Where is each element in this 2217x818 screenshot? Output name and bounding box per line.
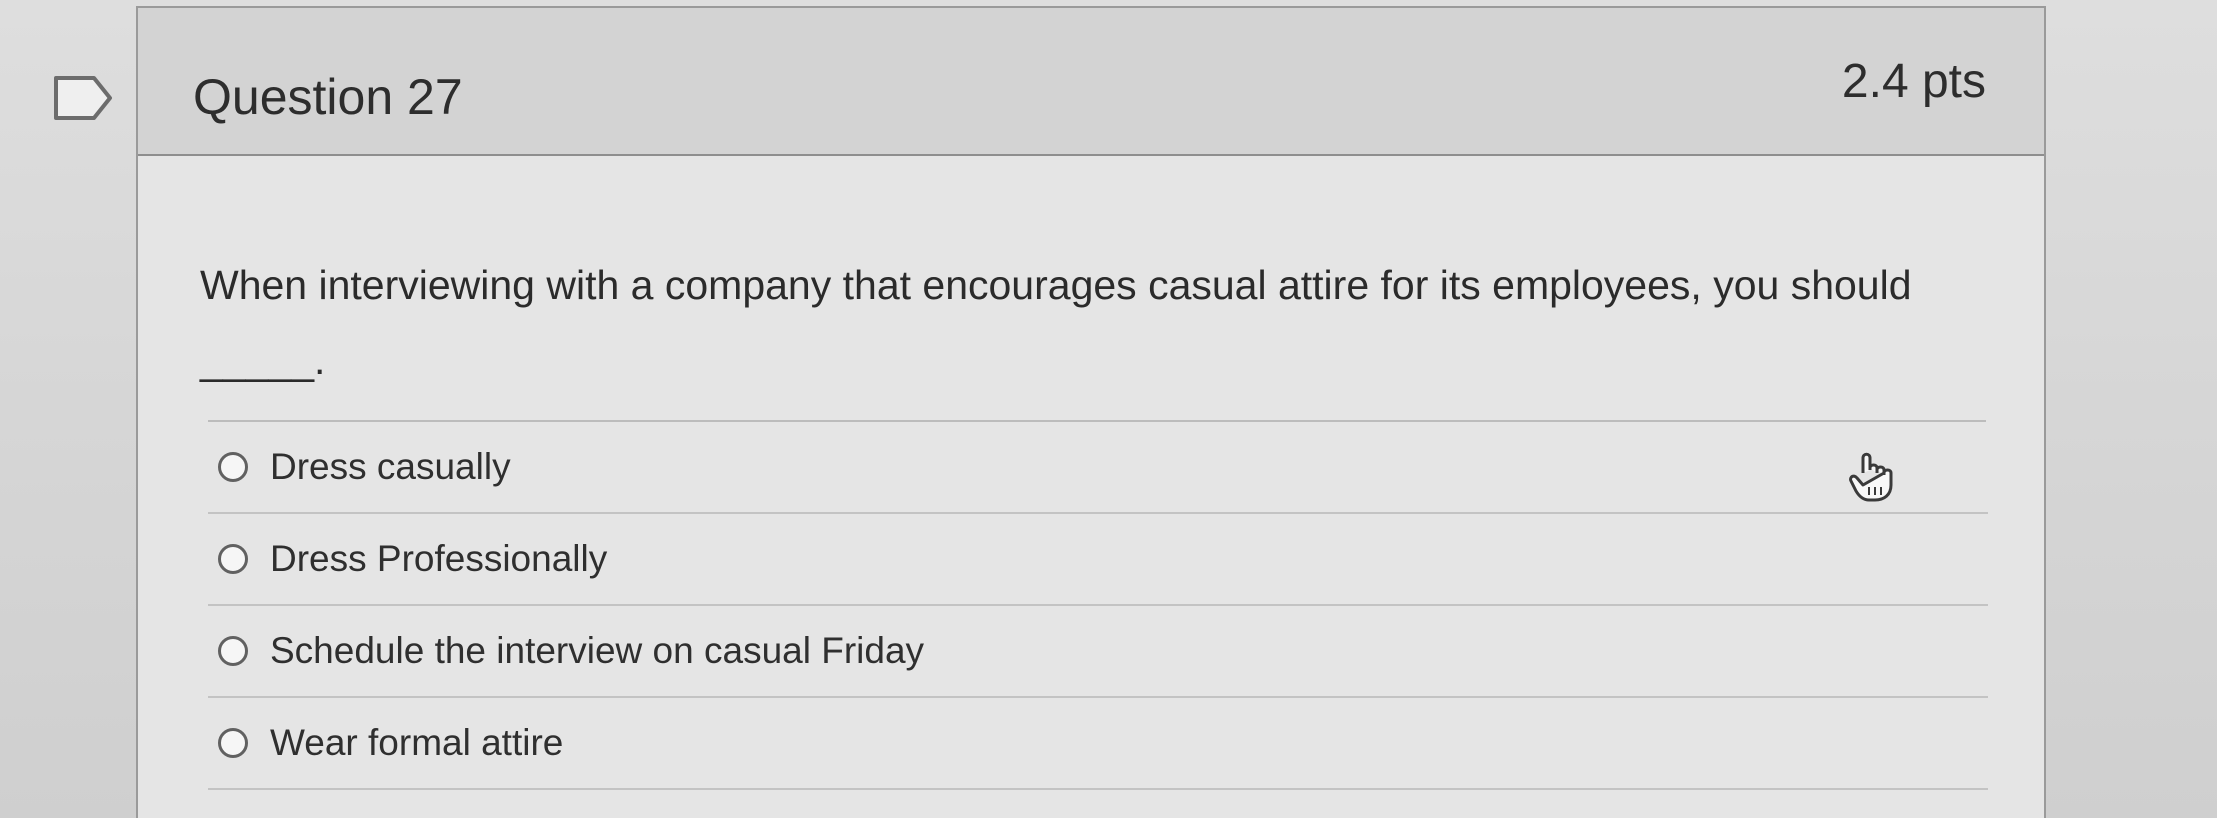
radio-button-icon[interactable] [218,636,248,666]
hand-pointer-icon [1849,452,1893,502]
quiz-page: Question 27 2.4 pts When interviewing wi… [0,0,2217,818]
radio-button-icon[interactable] [218,544,248,574]
answer-option-dress-casually[interactable]: Dress casually [208,422,1988,514]
question-header: Question 27 2.4 pts [138,8,2044,156]
question-points: 2.4 pts [1841,55,1986,108]
answer-list: Dress casually Dress Professionally Sche… [208,420,1988,790]
answer-option-casual-friday[interactable]: Schedule the interview on casual Friday [208,606,1988,698]
radio-button-icon[interactable] [218,452,248,482]
answer-label: Wear formal attire [270,722,564,763]
radio-button-icon[interactable] [218,728,248,758]
answer-option-formal-attire[interactable]: Wear formal attire [208,698,1988,790]
answer-option-dress-professionally[interactable]: Dress Professionally [208,514,1988,606]
flag-question-icon[interactable] [52,74,114,122]
question-title: Question 27 [193,69,463,125]
answer-label: Dress Professionally [270,538,608,579]
question-text: When interviewing with a company that en… [200,262,1912,383]
answer-label: Schedule the interview on casual Friday [270,630,925,671]
question-card: Question 27 2.4 pts When interviewing wi… [136,6,2046,818]
answer-label: Dress casually [270,446,511,487]
question-body: When interviewing with a company that en… [138,156,2044,818]
